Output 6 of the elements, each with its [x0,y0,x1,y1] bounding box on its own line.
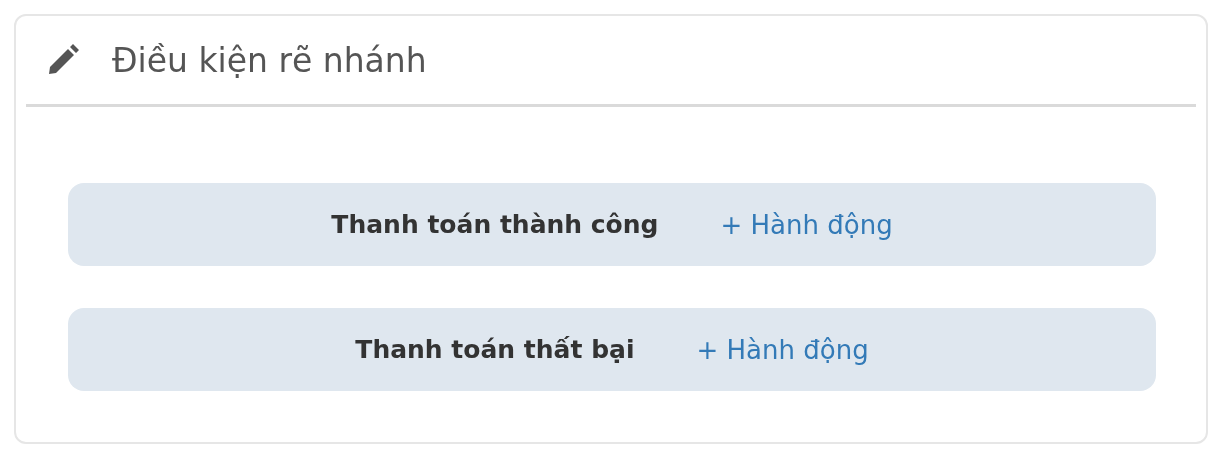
branch-label: Thanh toán thất bại [355,335,635,364]
add-action-link[interactable]: + Hành động [720,209,893,240]
pencil-icon [46,43,80,77]
panel-title: Điều kiện rẽ nhánh [112,40,427,80]
add-action-link[interactable]: + Hành động [696,334,869,365]
branch-label: Thanh toán thành công [331,210,659,239]
